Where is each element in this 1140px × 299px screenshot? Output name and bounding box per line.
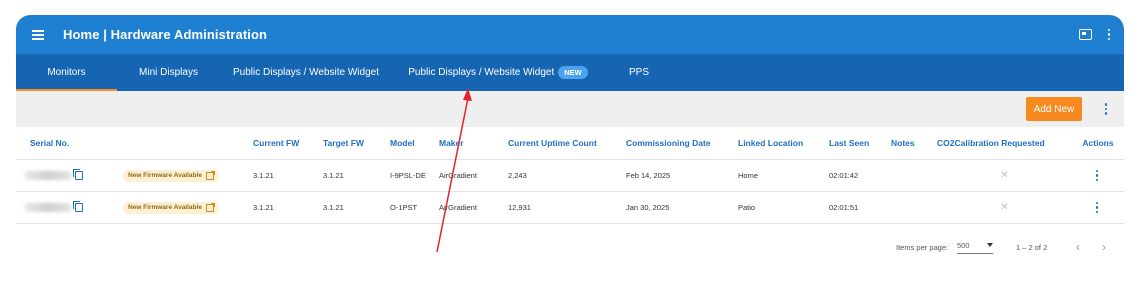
column-header[interactable]: Current Uptime Count <box>508 127 626 160</box>
tab-label: Public Displays / Website Widget <box>233 67 379 78</box>
column-header[interactable]: Last Seen <box>829 127 891 160</box>
tab-pps[interactable]: PPS <box>604 54 674 91</box>
firmware-cell: New Firmware Available <box>123 159 253 192</box>
maker-cell: AirGradient <box>439 191 508 224</box>
dropdown-caret-icon <box>987 243 993 247</box>
current-fw-cell: 3.1.21 <box>253 191 323 224</box>
firmware-badge[interactable]: New Firmware Available <box>123 201 219 214</box>
pagination-bar: Items per page: 500 1 – 2 of 2 ‹ › <box>16 233 1124 261</box>
close-icon: ✕ <box>1000 202 1009 213</box>
external-link-icon <box>205 170 215 180</box>
redacted-serial <box>24 203 72 213</box>
notes-cell <box>891 191 937 224</box>
row-actions-icon[interactable] <box>1094 201 1100 214</box>
serial-cell <box>16 159 123 192</box>
last-seen-cell: 02:01:42 <box>829 159 891 192</box>
display-icon[interactable] <box>1079 29 1092 40</box>
next-page-icon[interactable]: › <box>1102 240 1106 254</box>
external-link-icon <box>205 202 215 212</box>
column-header[interactable]: Notes <box>891 127 937 160</box>
copy-icon[interactable] <box>73 201 83 213</box>
column-header[interactable]: Linked Location <box>738 127 829 160</box>
tab-monitors[interactable]: Monitors <box>16 54 117 91</box>
table-toolbar: Add New <box>16 91 1124 127</box>
last-seen-cell: 02:01:51 <box>829 191 891 224</box>
column-header[interactable]: Model <box>390 127 439 160</box>
more-options-icon[interactable] <box>1103 103 1109 115</box>
add-new-button[interactable]: Add New <box>1026 97 1082 121</box>
tab-public-displays[interactable]: Public Displays / Website Widget <box>220 54 392 91</box>
pagination-range: 1 – 2 of 2 <box>1016 242 1048 252</box>
target-fw-cell: 3.1.21 <box>323 191 390 224</box>
redacted-serial <box>24 171 72 181</box>
tab-mini-displays[interactable]: Mini Displays <box>117 54 220 91</box>
table-row[interactable]: New Firmware Available 3.1.21 3.1.21 I-9… <box>16 159 1124 192</box>
monitors-table: Serial No. Current FW Target FW Model Ma… <box>16 127 1124 224</box>
serial-cell <box>16 191 123 224</box>
firmware-badge-label: New Firmware Available <box>128 204 202 211</box>
column-header[interactable]: Maker <box>439 127 508 160</box>
column-header <box>123 127 253 160</box>
tab-label: Monitors <box>47 67 86 78</box>
firmware-cell: New Firmware Available <box>123 191 253 224</box>
row-actions-icon[interactable] <box>1094 169 1100 182</box>
app-header: Home | Hardware Administration <box>16 15 1124 54</box>
tab-bar: Monitors Mini Displays Public Displays /… <box>16 54 1124 91</box>
uptime-cell: 12,931 <box>508 191 626 224</box>
new-badge: NEW <box>558 66 588 79</box>
commissioning-cell: Jan 30, 2025 <box>626 191 738 224</box>
tab-label: Mini Displays <box>139 67 198 78</box>
tab-public-displays-new[interactable]: Public Displays / Website Widget NEW <box>392 54 604 91</box>
app-window: Home | Hardware Administration Monitors … <box>16 15 1124 245</box>
location-cell: Patio <box>738 191 829 224</box>
model-cell: O-1PST <box>390 191 439 224</box>
firmware-badge-label: New Firmware Available <box>128 172 202 179</box>
column-header[interactable]: Current FW <box>253 127 323 160</box>
calibration-cell: ✕ <box>937 191 1072 224</box>
maker-cell: AirGradient <box>439 159 508 192</box>
current-fw-cell: 3.1.21 <box>253 159 323 192</box>
items-per-page-label: Items per page: <box>896 242 949 252</box>
actions-cell <box>1072 159 1124 192</box>
firmware-badge[interactable]: New Firmware Available <box>123 169 219 182</box>
model-cell: I-9PSL-DE <box>390 159 439 192</box>
uptime-cell: 2,243 <box>508 159 626 192</box>
target-fw-cell: 3.1.21 <box>323 159 390 192</box>
commissioning-cell: Feb 14, 2025 <box>626 159 738 192</box>
column-header: Actions <box>1072 127 1124 160</box>
tab-label: Public Displays / Website Widget <box>408 67 555 78</box>
column-header[interactable]: CO2Calibration Requested <box>937 127 1072 160</box>
close-icon: ✕ <box>1000 170 1009 181</box>
page-title: Home | Hardware Administration <box>63 27 268 42</box>
table-row[interactable]: New Firmware Available 3.1.21 3.1.21 O-1… <box>16 191 1124 224</box>
previous-page-icon[interactable]: ‹ <box>1076 240 1080 254</box>
copy-icon[interactable] <box>73 169 83 181</box>
column-header[interactable]: Serial No. <box>16 127 123 160</box>
notes-cell <box>891 159 937 192</box>
items-per-page-value: 500 <box>957 240 970 250</box>
tab-label: PPS <box>628 67 649 78</box>
items-per-page-select[interactable]: 500 <box>957 241 993 254</box>
hamburger-menu-icon[interactable] <box>32 29 44 40</box>
more-vertical-icon[interactable] <box>1106 28 1112 41</box>
table-header-row: Serial No. Current FW Target FW Model Ma… <box>16 127 1124 160</box>
column-header[interactable]: Commissioning Date <box>626 127 738 160</box>
actions-cell <box>1072 191 1124 224</box>
calibration-cell: ✕ <box>937 159 1072 192</box>
column-header[interactable]: Target FW <box>323 127 390 160</box>
location-cell: Home <box>738 159 829 192</box>
